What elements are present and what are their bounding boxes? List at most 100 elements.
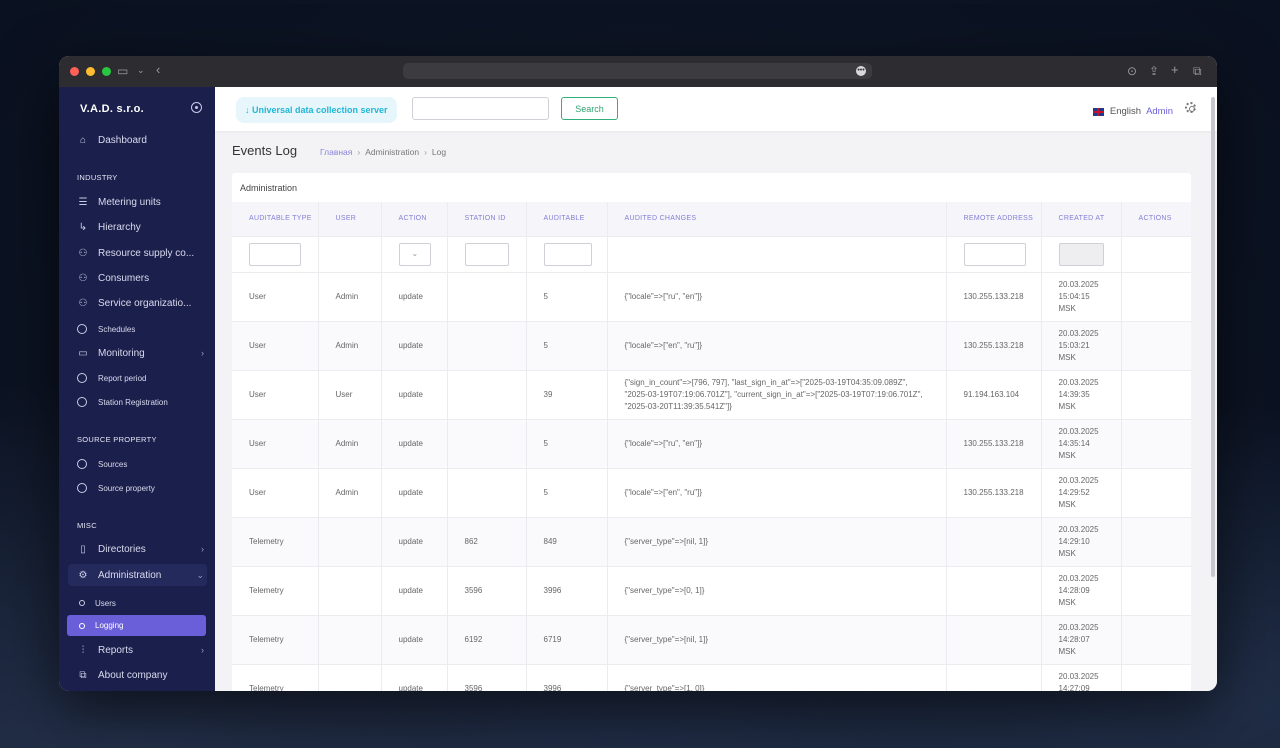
server-badge[interactable]: ↓ Universal data collection server (236, 97, 397, 123)
back-icon[interactable]: ‹ (156, 62, 160, 77)
table-row[interactable]: User Admin update 5 {"locale"=>["en", "ru"]}… (232, 320, 1191, 370)
cell-station: 862 (447, 516, 527, 566)
server-icon: ☰ (78, 196, 88, 208)
filter-auditable-type-input[interactable] (249, 242, 301, 266)
more-icon[interactable]: ••• (856, 66, 866, 76)
sidebar-item-station-registration[interactable]: Station Registration (77, 392, 207, 412)
filter-action-select[interactable] (398, 242, 431, 266)
table-row[interactable]: Telemetry update 862 849 {"server_type"=>[ni… (232, 516, 1191, 566)
sidebar-item-service-organizations[interactable]: ⚇ Service organizatio... (77, 293, 207, 313)
table-row[interactable]: User Admin update 5 {"locale"=>["ru", "en"]}… (232, 271, 1191, 321)
cell-user: Admin (318, 467, 382, 517)
sidebar-item-metering-units[interactable]: ☰ Metering units (77, 192, 207, 212)
sidebar-item-sources[interactable]: Sources (77, 454, 207, 474)
search-button[interactable]: Search (561, 97, 618, 120)
new-tab-icon[interactable]: + (1171, 62, 1179, 77)
table-row[interactable]: User Admin update 5 {"locale"=>["ru", "en"]}… (232, 418, 1191, 468)
filter-auditable-input[interactable] (543, 242, 592, 266)
chevron-right-icon: › (201, 348, 204, 358)
column-header[interactable]: CREATED AT (1041, 202, 1122, 236)
page-scrollbar[interactable] (1211, 97, 1215, 577)
download-icon[interactable]: ⊙ (1127, 64, 1137, 78)
topbar: ↓ Universal data collection server Searc… (215, 87, 1217, 131)
page-title: Events Log (232, 143, 298, 158)
column-header[interactable]: AUDITABLE (526, 202, 608, 236)
address-bar[interactable]: ••• (403, 63, 872, 79)
filter-remote-address-input[interactable] (963, 242, 1026, 266)
cell-type: Telemetry (232, 614, 319, 664)
table-row[interactable]: User Admin update 5 {"locale"=>["en", "ru"]}… (232, 467, 1191, 517)
external-link-icon: ⧉ (79, 669, 87, 681)
cell-type: User (232, 320, 319, 370)
table-row[interactable]: Telemetry update 3596 3996 {"server_type"=>[… (232, 565, 1191, 615)
events-log-card: Administration AUDITABLE TYPE USER ACTIO… (232, 173, 1191, 691)
column-header[interactable]: AUDITABLE TYPE (232, 202, 319, 236)
settings-gear-icon[interactable] (1185, 102, 1196, 113)
main-content: ↓ Universal data collection server Searc… (215, 87, 1217, 691)
cell-action: update (381, 565, 448, 615)
column-header[interactable]: USER (318, 202, 382, 236)
sidebar-item-resource-supply[interactable]: ⚇ Resource supply co... (77, 243, 207, 263)
filter-created-at-input[interactable] (1058, 242, 1104, 266)
events-table: AUDITABLE TYPE USER ACTION STATION ID AU… (232, 202, 1191, 691)
breadcrumb: Главная › Administration › Log (320, 147, 447, 157)
share-icon[interactable]: ⇪ (1149, 64, 1159, 78)
sidebar-item-dashboard[interactable]: ⌂ Dashboard (77, 130, 207, 150)
sidebar-item-users[interactable]: Users (79, 593, 209, 613)
table-row[interactable]: Telemetry update 6192 6719 {"server_type"=>[… (232, 614, 1191, 664)
language-selector[interactable]: English Admin (1092, 106, 1173, 117)
sidebar-item-label: Service organizatio... (98, 297, 192, 309)
column-header[interactable]: REMOTE ADDRESS (946, 202, 1042, 236)
column-header[interactable]: ACTION (381, 202, 448, 236)
sidebar-item-label: Reports (98, 644, 134, 656)
tabs-overview-icon[interactable]: ⧉ (1193, 64, 1202, 79)
sidebar-item-monitoring[interactable]: ▭ Monitoring › (77, 343, 207, 363)
sidebar: V.A.D. s.r.o. ⌂ Dashboard INDUSTRY ☰ Met… (59, 87, 215, 691)
cell-user (318, 565, 382, 615)
chevron-down-icon[interactable]: ⌄ (137, 65, 145, 76)
chevron-down-icon: ⌄ (196, 569, 204, 580)
sidebar-item-schedules[interactable]: Schedules (77, 319, 207, 339)
sidebar-item-logging[interactable]: Logging (67, 615, 206, 636)
cell-remote: 130.255.133.218 (946, 467, 1042, 517)
cell-changes: {"server_type"=>[0, 1]} (607, 565, 947, 615)
sidebar-item-directories[interactable]: ▯ Directories › (77, 539, 207, 559)
chevron-right-icon: › (201, 645, 204, 655)
browser-titlebar: ▭ ⌄ ‹ ••• ⊙ ⇪ + ⧉ (59, 56, 1217, 87)
user-menu-link[interactable]: Admin (1146, 106, 1173, 117)
sidebar-item-hierarchy[interactable]: ↳ Hierarchy (77, 217, 207, 237)
maximize-window-button[interactable] (102, 67, 111, 76)
book-icon: ▯ (80, 543, 86, 555)
cell-actions (1121, 418, 1191, 468)
sidebar-toggle-icon[interactable]: ▭ (117, 64, 128, 78)
sidebar-item-label: Station Registration (98, 397, 168, 407)
cell-action: update (381, 663, 448, 691)
sidebar-item-label: About company (98, 669, 168, 681)
users-icon: ⚇ (78, 272, 88, 284)
sidebar-item-consumers[interactable]: ⚇ Consumers (77, 268, 207, 288)
sidebar-item-about-company[interactable]: ⧉ About company (77, 665, 207, 685)
cell-changes: {"locale"=>["ru", "en"]} (607, 271, 947, 321)
sidebar-collapse-icon[interactable] (191, 102, 202, 113)
minimize-window-button[interactable] (86, 67, 95, 76)
cell-type: Telemetry (232, 565, 319, 615)
table-row[interactable]: User User update 39 {"sign_in_count"=>[796, … (232, 369, 1191, 419)
circle-icon (77, 397, 87, 407)
column-header[interactable]: STATION ID (447, 202, 527, 236)
sidebar-item-source-property[interactable]: Source property (77, 478, 207, 498)
column-header[interactable]: AUDITED CHANGES (607, 202, 947, 236)
table-row[interactable]: Telemetry update 3596 3996 {"server_type"=>[… (232, 663, 1191, 691)
close-window-button[interactable] (70, 67, 79, 76)
sidebar-item-administration[interactable]: ⚙ Administration ⌄ (68, 564, 207, 586)
cell-changes: {"locale"=>["en", "ru"]} (607, 467, 947, 517)
sidebar-item-label: Monitoring (98, 347, 145, 359)
cell-user: Admin (318, 320, 382, 370)
sidebar-item-reports[interactable]: ⫶ Reports › (77, 640, 207, 660)
cell-action: update (381, 320, 448, 370)
sidebar-item-report-period[interactable]: Report period (77, 368, 207, 388)
gear-icon: ⚙ (78, 569, 88, 581)
cell-actions (1121, 614, 1191, 664)
search-input[interactable] (412, 97, 549, 120)
filter-station-id-input[interactable] (464, 242, 509, 266)
breadcrumb-home-link[interactable]: Главная (320, 147, 352, 157)
